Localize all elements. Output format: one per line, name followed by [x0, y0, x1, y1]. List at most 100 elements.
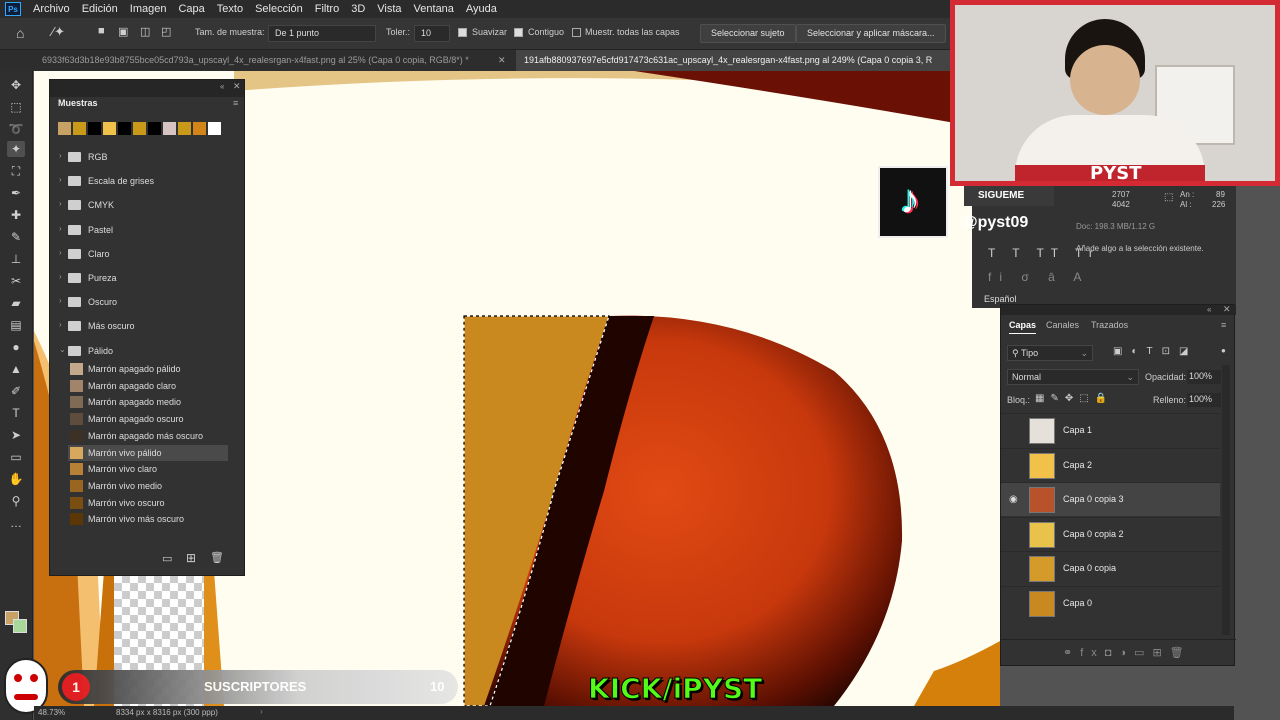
- fill-input[interactable]: 100%: [1187, 393, 1221, 407]
- chevron-right-icon[interactable]: ›: [59, 151, 62, 160]
- gradient-tool-icon[interactable]: ▤: [7, 317, 25, 333]
- chevron-down-icon[interactable]: ⌄: [59, 345, 66, 354]
- menu-3d[interactable]: 3D: [345, 0, 371, 18]
- shape-tool-icon[interactable]: ▭: [7, 449, 25, 465]
- menu-capa[interactable]: Capa: [172, 0, 210, 18]
- eye-hidden-icon[interactable]: [1009, 529, 1021, 539]
- subtract-selection-icon[interactable]: ◫: [140, 25, 150, 38]
- recent-swatch[interactable]: [163, 122, 176, 135]
- swatch-folder[interactable]: › Pureza: [50, 269, 246, 287]
- menu-vista[interactable]: Vista: [371, 0, 407, 18]
- pen-tool-icon[interactable]: ✐: [7, 383, 25, 399]
- close-tab-icon[interactable]: ✕: [498, 55, 506, 66]
- eye-hidden-icon[interactable]: [1009, 425, 1021, 435]
- layer-row[interactable]: Capa 1: [1001, 413, 1220, 447]
- menu-archivo[interactable]: Archivo: [27, 0, 76, 18]
- tab-document-2[interactable]: 191afb880937697e5cfd917473c631ac_upscayl…: [516, 50, 950, 71]
- swatch-color-item[interactable]: Marrón apagado medio: [68, 394, 228, 410]
- eye-hidden-icon[interactable]: [1009, 563, 1021, 573]
- layer-row[interactable]: ◉ Capa 0 copia 3: [1001, 482, 1220, 516]
- new-selection-icon[interactable]: ■: [98, 25, 105, 37]
- eyedropper-tool-icon[interactable]: ✒: [7, 185, 25, 201]
- blend-mode-select[interactable]: Normal ⌄: [1007, 369, 1139, 385]
- marquee-tool-icon[interactable]: ⬚: [7, 99, 25, 115]
- smooth-checkbox[interactable]: [458, 28, 467, 37]
- collapse-layers-icon[interactable]: «: [1207, 305, 1211, 314]
- select-subject-button[interactable]: Seleccionar sujeto: [700, 24, 796, 43]
- swatches-panel-header[interactable]: [50, 80, 244, 97]
- layer-row[interactable]: Capa 0: [1001, 585, 1220, 620]
- close-layers-icon[interactable]: ✕: [1223, 304, 1231, 315]
- move-tool-icon[interactable]: ✥: [7, 77, 25, 93]
- menu-seleccion[interactable]: Selección: [249, 0, 309, 18]
- zoom-level[interactable]: 48.73%: [38, 708, 65, 717]
- menu-edicion[interactable]: Edición: [76, 0, 124, 18]
- add-selection-icon[interactable]: ▣: [118, 25, 128, 38]
- swatch-color-item[interactable]: Marrón vivo medio: [68, 478, 228, 494]
- recent-swatch[interactable]: [208, 122, 221, 135]
- healing-tool-icon[interactable]: ✚: [7, 207, 25, 223]
- eraser-tool-icon[interactable]: ▰: [7, 295, 25, 311]
- magic-wand-icon[interactable]: ⁄✦: [52, 24, 65, 40]
- menu-texto[interactable]: Texto: [211, 0, 249, 18]
- swatch-folder[interactable]: ⌄ Pálido: [50, 342, 246, 360]
- recent-swatch[interactable]: [103, 122, 116, 135]
- chevron-right-icon[interactable]: ›: [59, 320, 62, 329]
- panel-menu-icon[interactable]: ≡: [233, 98, 238, 108]
- layer-filter-icons[interactable]: ▣◐T⊡◪: [1113, 346, 1197, 357]
- photoshop-logo-icon[interactable]: Ps: [5, 2, 21, 16]
- path-select-icon[interactable]: ➤: [7, 427, 25, 443]
- chevron-right-icon[interactable]: ›: [59, 272, 62, 281]
- language-select[interactable]: Español: [984, 294, 1017, 304]
- stamp-tool-icon[interactable]: ⊥: [7, 251, 25, 267]
- chevron-right-icon[interactable]: ›: [59, 175, 62, 184]
- brush-tool-icon[interactable]: ✎: [7, 229, 25, 245]
- swatch-folder[interactable]: › Más oscuro: [50, 317, 246, 335]
- layers-scrollbar[interactable]: [1222, 365, 1230, 635]
- eye-hidden-icon[interactable]: [1009, 598, 1021, 608]
- type-tool-icon[interactable]: T: [7, 405, 25, 421]
- tab-layers[interactable]: Capas: [1009, 320, 1037, 334]
- menu-imagen[interactable]: Imagen: [124, 0, 173, 18]
- recent-swatch[interactable]: [178, 122, 191, 135]
- layer-row[interactable]: Capa 0 copia: [1001, 551, 1220, 585]
- more-tools-icon[interactable]: …: [7, 515, 25, 531]
- lock-icons[interactable]: ▦✎✥⬚🔒: [1035, 393, 1113, 404]
- recent-swatch[interactable]: [73, 122, 86, 135]
- menu-ayuda[interactable]: Ayuda: [460, 0, 503, 18]
- recent-swatch[interactable]: [193, 122, 206, 135]
- new-group-icon[interactable]: ▭: [162, 552, 172, 565]
- swatch-color-item[interactable]: Marrón apagado oscuro: [68, 411, 228, 427]
- tab-document-1[interactable]: 6933f63d3b18e93b8755bce05cd793a_upscayl_…: [34, 50, 514, 71]
- swatch-color-item[interactable]: Marrón apagado claro: [68, 378, 228, 394]
- crop-tool-icon[interactable]: ⛶: [7, 163, 25, 179]
- close-panel-icon[interactable]: ✕: [233, 81, 241, 92]
- layer-row[interactable]: Capa 0 copia 2: [1001, 516, 1220, 551]
- tab-paths[interactable]: Trazados: [1091, 320, 1128, 330]
- swatch-color-item[interactable]: Marrón apagado pálido: [68, 361, 228, 377]
- swatch-folder[interactable]: › Pastel: [50, 221, 246, 239]
- status-arrow-icon[interactable]: ›: [260, 707, 263, 716]
- swatch-folder[interactable]: › CMYK: [50, 196, 246, 214]
- filter-toggle-icon[interactable]: ●: [1221, 346, 1226, 355]
- hand-tool-icon[interactable]: ✋: [7, 471, 25, 487]
- blur-tool-icon[interactable]: ●: [7, 339, 25, 355]
- swatch-color-item[interactable]: Marrón vivo más oscuro: [68, 511, 228, 527]
- recent-swatch[interactable]: [88, 122, 101, 135]
- swatch-folder[interactable]: › Claro: [50, 245, 246, 263]
- recent-swatch[interactable]: [148, 122, 161, 135]
- home-icon[interactable]: ⌂: [16, 25, 24, 41]
- recent-swatch[interactable]: [58, 122, 71, 135]
- swatch-color-item[interactable]: Marrón apagado más oscuro: [68, 428, 228, 444]
- chevron-right-icon[interactable]: ›: [59, 248, 62, 257]
- layers-menu-icon[interactable]: ≡: [1221, 320, 1226, 330]
- swatch-color-item[interactable]: Marrón vivo claro: [68, 461, 228, 477]
- swatch-folder[interactable]: › Oscuro: [50, 293, 246, 311]
- menu-filtro[interactable]: Filtro: [309, 0, 345, 18]
- eye-icon[interactable]: ◉: [1009, 494, 1021, 505]
- delete-swatch-icon[interactable]: 🗑: [210, 551, 224, 564]
- magic-wand-tool-icon[interactable]: ✦: [7, 141, 25, 157]
- dodge-tool-icon[interactable]: ▲: [7, 361, 25, 377]
- lasso-tool-icon[interactable]: ➰: [7, 121, 25, 137]
- swatch-color-item[interactable]: Marrón vivo oscuro: [68, 495, 228, 511]
